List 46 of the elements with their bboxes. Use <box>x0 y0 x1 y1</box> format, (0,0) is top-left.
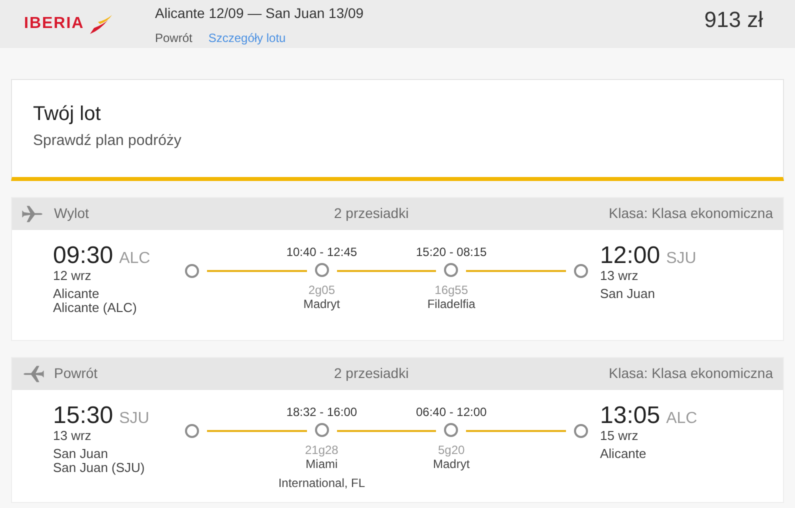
stop-times: 15:20 - 08:15 <box>416 244 487 260</box>
arrival-time: 13:05 <box>600 402 660 428</box>
class-label: Klasa: Klasa ekonomiczna <box>608 364 773 383</box>
departure-date: 13 wrz <box>53 428 92 442</box>
arrival-date: 15 wrz <box>600 428 640 442</box>
departure-code: ALC <box>119 252 150 266</box>
stop-city: Madryt <box>433 456 470 470</box>
stop-times: 10:40 - 12:45 <box>286 244 358 260</box>
intro-subtitle: Sprawdź plan podróży <box>33 131 182 151</box>
stop-city: Madryt <box>303 296 340 310</box>
departure-city: Alicante <box>53 286 100 300</box>
route-summary: Alicante 12/09 — San Juan 13/09 <box>155 4 364 23</box>
layover-duration: 16g55 <box>434 282 468 296</box>
departure-airport: San Juan (SJU) <box>53 460 146 474</box>
leg-label: Wylot <box>54 204 90 223</box>
arrival-city: San Juan <box>600 286 656 300</box>
arrival-code: ALC <box>666 412 698 426</box>
arrival-city: Alicante <box>600 446 648 460</box>
stop-airport: International, FL <box>278 476 366 490</box>
flight-details-link[interactable]: Szczegóły lotu <box>208 29 286 47</box>
arrival-code: SJU <box>666 252 696 266</box>
logo-text: IBERIA <box>24 14 84 34</box>
layover-duration: 2g05 <box>308 282 336 296</box>
stop-times: 06:40 - 12:00 <box>416 404 487 420</box>
layover-duration: 5g20 <box>438 442 465 456</box>
stop-city: Miami <box>306 456 338 470</box>
trip-type: Powrót <box>155 30 192 47</box>
stops-count: 2 przesiadki <box>334 204 410 223</box>
plane-icon <box>22 364 44 382</box>
departure-time: 09:30 <box>53 242 114 268</box>
plane-icon <box>22 204 44 222</box>
arrival-date: 13 wrz <box>600 268 640 282</box>
departure-city: San Juan <box>53 446 109 460</box>
departure-airport: Alicante (ALC) <box>53 300 138 314</box>
layover-duration: 21g28 <box>304 442 338 456</box>
leg-label: Powrót <box>54 364 99 383</box>
arrival-time: 12:00 <box>600 242 660 268</box>
class-label: Klasa: Klasa ekonomiczna <box>608 204 773 223</box>
stop-times: 18:32 - 16:00 <box>286 404 358 420</box>
departure-time: 15:30 <box>53 402 114 428</box>
departure-code: SJU <box>119 412 150 426</box>
intro-title: Twój lot <box>33 102 102 126</box>
total-price: 913 zł <box>704 6 763 34</box>
stop-city: Filadelfia <box>427 296 476 310</box>
departure-date: 12 wrz <box>53 268 92 282</box>
stops-count: 2 przesiadki <box>334 364 410 383</box>
